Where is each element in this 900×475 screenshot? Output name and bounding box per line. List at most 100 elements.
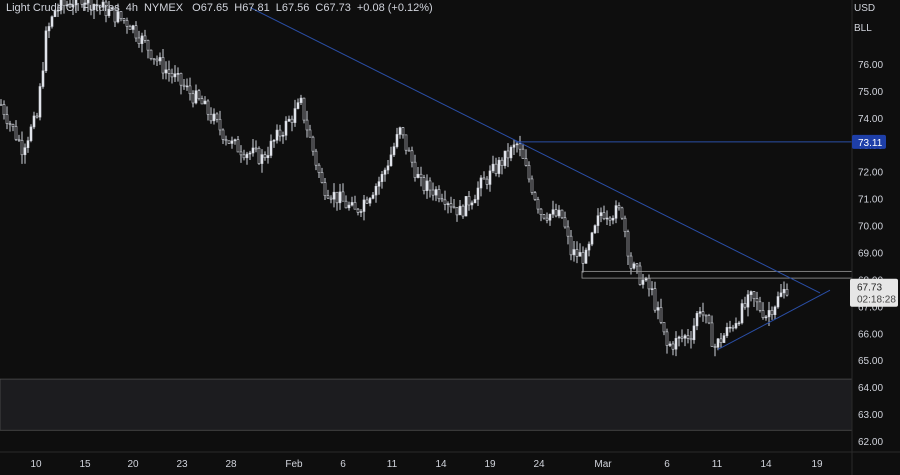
- candle-down: [401, 127, 405, 136]
- candle-up: [716, 338, 720, 348]
- candle-up: [362, 199, 366, 212]
- candle-up: [497, 159, 501, 174]
- time-tick-label: 11: [712, 459, 723, 470]
- candle-up: [677, 336, 681, 339]
- candle-down: [239, 151, 243, 156]
- candle-down: [647, 278, 651, 290]
- currency-button[interactable]: USD: [848, 0, 894, 18]
- candle-down: [5, 114, 9, 124]
- candle-down: [602, 212, 606, 219]
- chart-legend: Light Crude Oil Futures 4h NYMEX O67.65 H67…: [6, 2, 439, 14]
- candle-down: [413, 161, 417, 178]
- candle-up: [773, 306, 777, 316]
- candle-down: [152, 58, 156, 60]
- candle-down: [518, 143, 522, 150]
- candle-down: [146, 39, 150, 51]
- candle-down: [659, 307, 663, 323]
- candle-down: [743, 303, 747, 308]
- candle-down: [569, 235, 573, 256]
- candle-down: [8, 123, 12, 125]
- candle-up: [50, 16, 54, 27]
- candle-down: [167, 69, 171, 74]
- candle-down: [227, 140, 231, 144]
- candle-up: [668, 343, 672, 346]
- candle-down: [701, 311, 705, 316]
- candle-down: [224, 139, 228, 142]
- candle-up: [29, 126, 33, 141]
- candle-up: [503, 150, 507, 166]
- candle-up: [368, 198, 372, 204]
- candle-down: [254, 147, 258, 150]
- downtrend-line: [249, 6, 821, 294]
- candle-up: [272, 140, 276, 142]
- candle-up: [695, 313, 699, 327]
- candle-up: [692, 325, 696, 341]
- candle-up: [386, 165, 390, 171]
- candle-up: [164, 69, 168, 74]
- interval[interactable]: 4h: [126, 2, 138, 14]
- candle-up: [476, 187, 480, 200]
- candle-down: [308, 129, 312, 138]
- candle-down: [290, 118, 294, 123]
- candle-up: [245, 153, 249, 159]
- time-tick-label: 14: [760, 459, 772, 470]
- candle-down: [542, 214, 546, 219]
- candle-down: [662, 322, 666, 333]
- candle-up: [749, 291, 753, 295]
- candle-down: [404, 134, 408, 151]
- candle-up: [512, 144, 516, 148]
- candle-down: [452, 206, 456, 209]
- candle-down: [521, 148, 525, 159]
- candle-down: [170, 73, 174, 78]
- candle-up: [740, 303, 744, 324]
- support-trendline: [717, 289, 831, 350]
- candle-up: [488, 170, 492, 185]
- candle-down: [626, 231, 630, 257]
- candle-up: [434, 189, 438, 196]
- price-tick-label: 75.00: [858, 87, 883, 98]
- candle-down: [422, 177, 426, 192]
- chart-window: 76.0075.0074.0073.0072.0071.0070.0069.00…: [0, 0, 900, 475]
- candle-down: [341, 191, 345, 202]
- candle-down: [410, 150, 414, 163]
- low-value: L67.56: [275, 2, 310, 14]
- candle-down: [482, 177, 486, 180]
- candle-up: [515, 143, 519, 146]
- candle-up: [398, 127, 402, 135]
- candle-up: [299, 97, 303, 103]
- change-value: +0.08 (+0.12%): [356, 2, 433, 14]
- candle-up: [233, 139, 237, 142]
- candle-down: [554, 209, 558, 217]
- price-tick-label: 76.00: [858, 60, 883, 71]
- candle-up: [776, 296, 780, 308]
- unit-button[interactable]: BLL: [848, 20, 894, 38]
- candle-down: [329, 197, 333, 200]
- candle-down: [566, 226, 570, 237]
- candle-down: [407, 149, 411, 152]
- candle-down: [494, 163, 498, 174]
- price-chart[interactable]: 76.0075.0074.0073.0072.0071.0070.0069.00…: [0, 0, 900, 475]
- candle-up: [392, 146, 396, 156]
- candle-up: [614, 205, 618, 219]
- candle-down: [665, 331, 669, 346]
- candle-down: [770, 310, 774, 316]
- candle-down: [560, 209, 564, 219]
- time-tick-label: 19: [811, 459, 823, 470]
- candle-up: [371, 194, 375, 199]
- time-tick-label: 14: [435, 459, 447, 470]
- candle-up: [737, 322, 741, 325]
- candle-down: [680, 336, 684, 339]
- candle-up: [230, 140, 234, 144]
- candle-down: [419, 173, 423, 178]
- open-value: O67.65: [192, 2, 229, 14]
- candle-up: [446, 203, 450, 205]
- candle-down: [311, 136, 315, 152]
- candle-down: [785, 288, 789, 296]
- demand-zone: [0, 378, 853, 431]
- candle-down: [161, 57, 165, 74]
- candle-up: [593, 225, 597, 234]
- candle-up: [377, 181, 381, 187]
- candle-down: [527, 165, 531, 180]
- candle-down: [707, 315, 711, 324]
- candle-up: [140, 35, 144, 44]
